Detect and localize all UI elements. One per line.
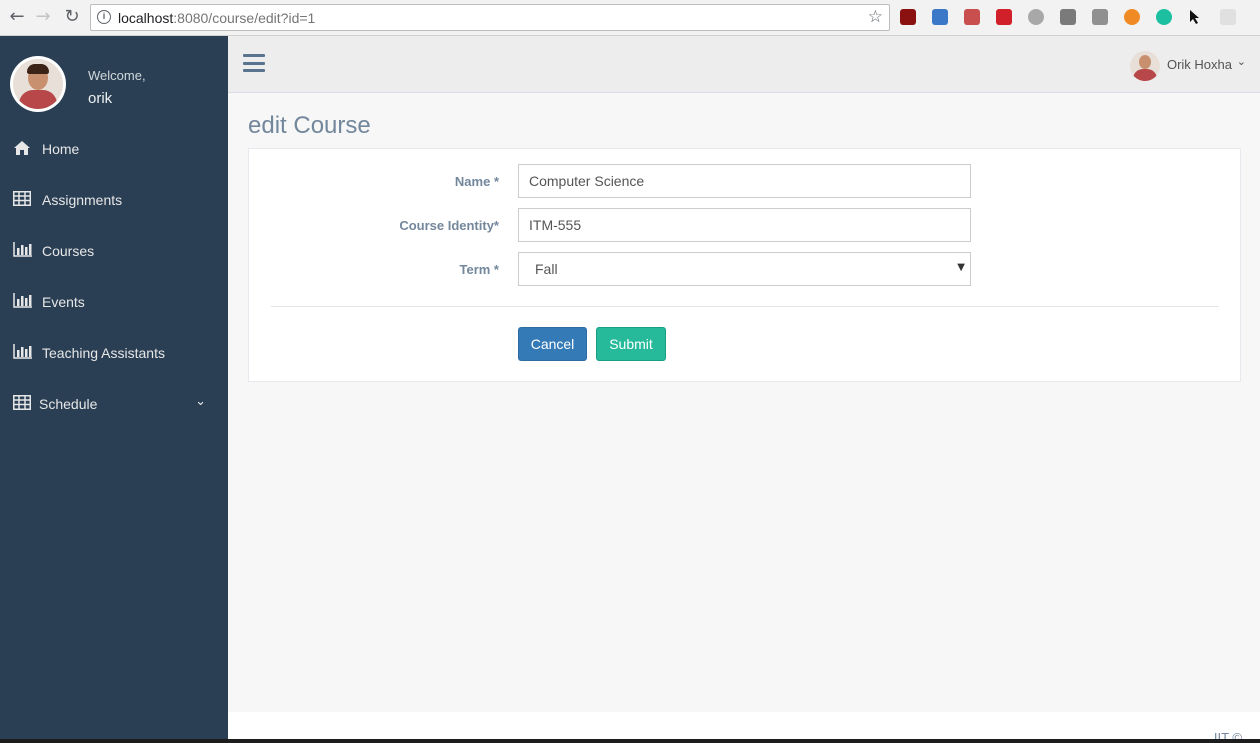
sidebar-item-home[interactable]: Home bbox=[0, 129, 228, 169]
url-text: localhost:8080/course/edit?id=1 bbox=[118, 10, 315, 26]
url-host: localhost bbox=[118, 10, 174, 26]
sidebar-item-label: Teaching Assistants bbox=[42, 345, 165, 361]
user-avatar[interactable] bbox=[1130, 51, 1160, 81]
chevron-down-icon[interactable]: ⌄ bbox=[195, 394, 206, 409]
term-selected-value: Fall bbox=[535, 261, 558, 277]
course-identity-label: Course Identity* bbox=[399, 218, 499, 233]
bar-chart-icon bbox=[13, 242, 32, 258]
course-identity-input[interactable] bbox=[518, 208, 971, 242]
avatar bbox=[10, 56, 66, 112]
menu-toggle-icon[interactable] bbox=[243, 54, 265, 72]
sidebar-item-label: Events bbox=[42, 294, 85, 310]
orange-extension-icon[interactable] bbox=[1124, 9, 1140, 25]
browser-toolbar: ← → ↻ i localhost:8080/course/edit?id=1 … bbox=[0, 0, 1260, 36]
chevron-down-icon[interactable]: ⌄ bbox=[1237, 55, 1246, 68]
sidebar-item-label: Courses bbox=[42, 243, 95, 259]
term-select[interactable]: Fall ▼ bbox=[518, 252, 971, 286]
divider bbox=[271, 306, 1219, 307]
sidebar: Welcome, orik Home Assignments Courses E… bbox=[0, 36, 228, 743]
edit-course-panel: Name * Course Identity* Term * Fall ▼ Ca… bbox=[248, 148, 1241, 382]
url-path: :8080/course/edit?id=1 bbox=[173, 10, 316, 26]
taskbar-strip bbox=[0, 739, 1260, 743]
bookmark-star-icon[interactable]: ☆ bbox=[868, 7, 883, 27]
reload-icon[interactable]: ↻ bbox=[61, 6, 83, 28]
bar-chart-icon bbox=[13, 293, 32, 309]
sidebar-username: orik bbox=[88, 90, 113, 107]
pdf-extension-icon[interactable] bbox=[964, 9, 980, 25]
extension-icon[interactable] bbox=[1220, 9, 1236, 25]
cors-extension-icon[interactable] bbox=[996, 9, 1012, 25]
sidebar-item-label: Home bbox=[42, 141, 80, 157]
top-navbar: Orik Hoxha ⌄ bbox=[228, 36, 1260, 93]
sidebar-item-assignments[interactable]: Assignments bbox=[0, 180, 228, 220]
sidebar-item-schedule[interactable]: Schedule ⌄ bbox=[0, 384, 228, 424]
page-title: edit Course bbox=[248, 112, 371, 139]
home-icon bbox=[13, 140, 31, 156]
forward-icon[interactable]: → bbox=[32, 6, 54, 28]
teal-extension-icon[interactable] bbox=[1156, 9, 1172, 25]
address-bar[interactable]: i localhost:8080/course/edit?id=1 ☆ bbox=[90, 4, 890, 31]
sidebar-item-teaching-assistants[interactable]: Teaching Assistants bbox=[0, 333, 228, 373]
sidebar-item-events[interactable]: Events bbox=[0, 282, 228, 322]
note-extension-icon[interactable] bbox=[1060, 9, 1076, 25]
name-label: Name * bbox=[454, 174, 499, 189]
ublock-extension-icon[interactable] bbox=[900, 9, 916, 25]
back-icon[interactable]: ← bbox=[6, 6, 28, 28]
cursor-extension-icon[interactable] bbox=[1188, 9, 1204, 25]
user-menu-name[interactable]: Orik Hoxha bbox=[1167, 57, 1232, 72]
name-input[interactable] bbox=[518, 164, 971, 198]
sidebar-item-label: Assignments bbox=[42, 192, 123, 208]
bar-chart-icon bbox=[13, 344, 32, 360]
globe-extension-icon[interactable] bbox=[1028, 9, 1044, 25]
term-label: Term * bbox=[459, 262, 500, 277]
cancel-button[interactable]: Cancel bbox=[518, 327, 587, 361]
info-icon[interactable]: i bbox=[97, 10, 111, 24]
table-icon bbox=[13, 191, 31, 207]
welcome-text: Welcome, bbox=[88, 68, 146, 83]
table-icon bbox=[13, 395, 31, 411]
sidebar-item-label: Schedule bbox=[39, 396, 98, 412]
extension-icon[interactable] bbox=[932, 9, 948, 25]
submit-button[interactable]: Submit bbox=[596, 327, 666, 361]
dropdown-arrow-icon: ▼ bbox=[957, 262, 965, 273]
camera-extension-icon[interactable] bbox=[1092, 9, 1108, 25]
sidebar-item-courses[interactable]: Courses bbox=[0, 231, 228, 271]
